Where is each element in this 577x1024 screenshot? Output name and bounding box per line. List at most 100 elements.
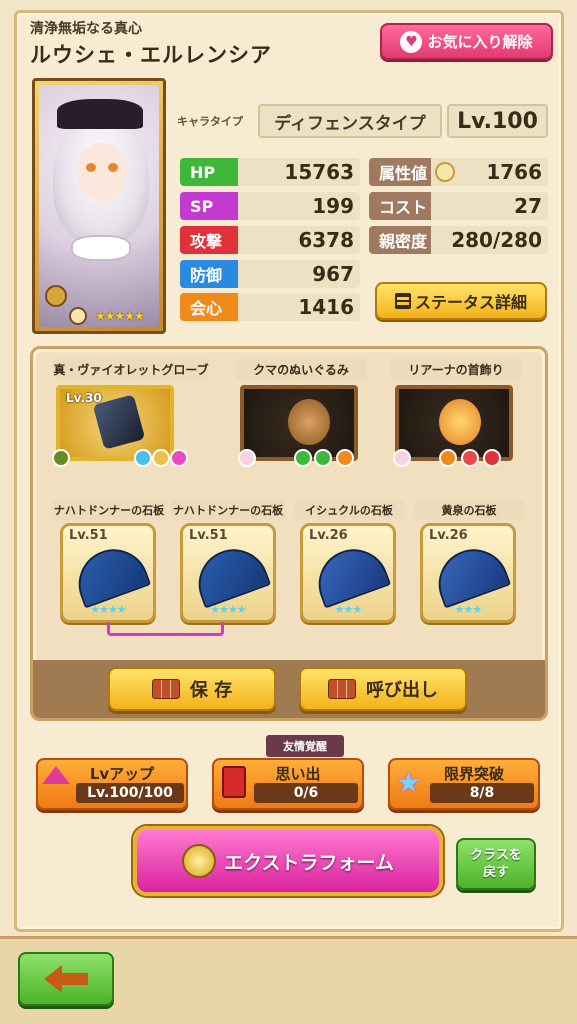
fan-tablet-icon (428, 539, 512, 609)
gem-star-icon (439, 449, 457, 467)
equip-slot-weapon[interactable]: Lv.30 (52, 385, 188, 467)
gem-green-icon (294, 449, 312, 467)
extra-form-button[interactable]: エクストラフォーム (133, 826, 443, 896)
back-arrow-icon (44, 965, 62, 993)
class-revert-button[interactable]: クラスを 戻す (456, 838, 536, 890)
stone-4-stars: ★★★ (454, 603, 483, 616)
char-type-label: キャラタイプ (177, 115, 243, 128)
portrait-eye-right (108, 163, 118, 172)
heart-lock-small-icon (238, 449, 256, 467)
character-header: 清浄無垢なる真心 ルウシェ・エルレンシア (30, 18, 375, 68)
stat-hp-value: 15763 (284, 160, 354, 184)
back-button[interactable] (18, 952, 114, 1006)
weapon-type-icon (52, 449, 70, 467)
portrait-eye-left (86, 163, 96, 172)
recall-button[interactable]: 呼び出し (299, 667, 467, 711)
stat-attribute: 属性値 1766 (369, 158, 548, 186)
portrait-face (77, 143, 127, 201)
stat-critical-value: 1416 (298, 295, 354, 319)
attribute-icon (435, 162, 455, 182)
stone-2-level: Lv.51 (189, 528, 228, 543)
stone-slot-1[interactable]: Lv.51 ★★★★ (60, 523, 156, 623)
fan-tablet-icon (308, 539, 392, 609)
portrait-art: ★★★★★ (39, 85, 159, 327)
gem-orange-icon (336, 449, 354, 467)
stone-3-stars: ★★★ (334, 603, 363, 616)
stat-attack: 攻撃 6378 (180, 226, 360, 254)
stone-slot-2[interactable]: Lv.51 ★★★★ (180, 523, 276, 623)
heart-lock-icon: ♥ (400, 30, 423, 53)
stat-critical: 会心 1416 (180, 293, 360, 321)
class-revert-line1: クラスを (470, 848, 522, 863)
stone-slot-4[interactable]: Lv.26 ★★★ (420, 523, 516, 623)
fan-tablet-icon (188, 539, 272, 609)
recall-label: 呼び出し (366, 680, 438, 701)
stat-hp-label: HP (180, 158, 238, 186)
stat-cost-label: コスト (369, 192, 431, 220)
stone-title-1: ナハトドンナーの石板 (52, 500, 166, 520)
stat-sp-label: SP (180, 192, 238, 220)
stat-affinity: 親密度 280/280 (369, 226, 548, 254)
stat-cost: コスト 27 (369, 192, 548, 220)
gem-red-icon (461, 449, 479, 467)
fan-tablet-icon (68, 539, 152, 609)
stone-2-stars: ★★★★ (210, 603, 246, 616)
portrait-headdress (57, 99, 143, 129)
stone-title-3: イシュクルの石板 (294, 500, 404, 520)
limit-break-title: 限界突破 (443, 765, 504, 783)
save-label: 保 存 (189, 680, 233, 701)
save-brick-icon (151, 679, 180, 699)
stat-attack-value: 6378 (298, 228, 354, 252)
stat-attribute-label: 属性値 (369, 158, 431, 186)
status-detail-button[interactable]: ステータス詳細 (375, 282, 547, 320)
character-portrait[interactable]: ★★★★★ (32, 78, 166, 334)
list-icon (394, 293, 411, 309)
portrait-ribbon (71, 235, 131, 261)
gem-green2-icon (314, 449, 332, 467)
heart-lock-small2-icon (393, 449, 411, 467)
stone-pair-bracket (107, 622, 224, 636)
stat-defense-value: 967 (312, 262, 354, 286)
stat-sp: SP 199 (180, 192, 360, 220)
character-epithet: 清浄無垢なる真心 (30, 21, 142, 37)
equip-title-accessory2: リアーナの首飾り (390, 358, 522, 380)
stone-1-stars: ★★★★ (90, 603, 126, 616)
stone-3-level: Lv.26 (309, 528, 348, 543)
extra-form-emblem-icon (182, 844, 217, 878)
level-up-button[interactable]: Lvアップ Lv.100/100 (36, 758, 188, 810)
stat-defense: 防御 967 (180, 260, 360, 288)
memories-button[interactable]: 思い出 0/6 (212, 758, 364, 810)
equip-slot-accessory1[interactable] (238, 385, 358, 467)
class-badge-icon (45, 285, 67, 307)
level-up-value: Lv.100/100 (76, 783, 184, 803)
favorite-remove-button[interactable]: ♥ お気に入り解除 (380, 23, 553, 60)
status-detail-label: ステータス詳細 (414, 293, 527, 312)
save-button[interactable]: 保 存 (108, 667, 276, 711)
extra-form-label: エクストラフォーム (224, 851, 394, 874)
necklace-icon (439, 399, 481, 445)
memories-value: 0/6 (254, 783, 358, 803)
gem-yellow-icon (152, 449, 170, 467)
gem-pink-icon (170, 449, 188, 467)
stat-hp: HP 15763 (180, 158, 360, 186)
stone-slot-3[interactable]: Lv.26 ★★★ (300, 523, 396, 623)
char-level: Lv.100 (447, 104, 548, 138)
equip-title-weapon: 真・ヴァイオレットグローブ (53, 358, 209, 380)
equip-slot-accessory2[interactable] (393, 385, 513, 467)
class-revert-line2: 戻す (482, 865, 509, 880)
limit-break-button[interactable]: ★ 限界突破 8/8 (388, 758, 540, 810)
back-arrow-shaft (62, 973, 88, 985)
friendship-awaken-tag: 友情覚醒 (266, 735, 344, 757)
stone-4-level: Lv.26 (429, 528, 468, 543)
stat-defense-label: 防御 (180, 260, 238, 288)
stone-1-level: Lv.51 (69, 528, 108, 543)
equip-title-accessory1: クマのぬいぐるみ (236, 358, 366, 380)
level-up-title: Lvアップ (89, 765, 155, 783)
recall-brick-icon (328, 679, 356, 699)
equip-weapon-level: Lv.30 (66, 391, 102, 405)
memories-title: 思い出 (275, 765, 321, 783)
stat-affinity-label: 親密度 (369, 226, 431, 254)
gem-blue-icon (134, 449, 152, 467)
stat-critical-label: 会心 (180, 293, 238, 321)
char-type-value: ディフェンスタイプ (258, 104, 442, 138)
